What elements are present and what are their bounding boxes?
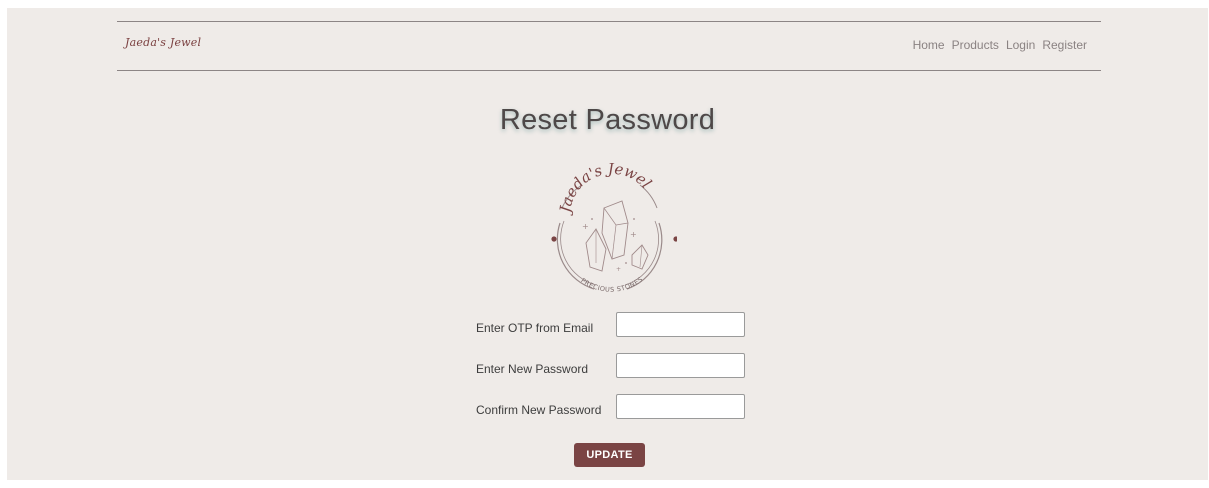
brand-crystal-logo: + + + Jaeda's Jewel PRECIOUS STONES <box>551 163 677 294</box>
confirm-password-input[interactable] <box>616 394 745 419</box>
nav-link-register[interactable]: Register <box>1042 38 1087 52</box>
nav-link-products[interactable]: Products <box>952 38 999 52</box>
nav-links: Home Products Login Register <box>913 38 1087 52</box>
otp-label: Enter OTP from Email <box>476 321 594 335</box>
otp-row: Enter OTP from Email <box>476 312 756 353</box>
svg-text:+: + <box>582 222 589 231</box>
update-button[interactable]: UPDATE <box>574 443 645 467</box>
brand-logo-text[interactable]: Jaeda's Jewel <box>125 36 201 49</box>
new-password-row: Enter New Password <box>476 353 756 394</box>
reset-password-form: Enter OTP from Email Enter New Password … <box>476 312 756 435</box>
new-password-input[interactable] <box>616 353 745 378</box>
navbar: Jaeda's Jewel Home Products Login Regist… <box>117 21 1101 71</box>
otp-input[interactable] <box>616 312 745 337</box>
nav-link-login[interactable]: Login <box>1006 38 1035 52</box>
logo-top-text: Jaeda's Jewel <box>556 163 656 217</box>
confirm-password-row: Confirm New Password <box>476 394 756 435</box>
nav-link-home[interactable]: Home <box>913 38 945 52</box>
page-title: Reset Password <box>499 104 716 136</box>
confirm-password-label: Confirm New Password <box>476 403 602 417</box>
page-container: Jaeda's Jewel Home Products Login Regist… <box>7 8 1208 480</box>
logo-bottom-text: PRECIOUS STONES <box>579 275 644 294</box>
svg-text:+: + <box>630 230 637 239</box>
new-password-label: Enter New Password <box>476 362 589 376</box>
svg-text:+: + <box>616 266 621 273</box>
